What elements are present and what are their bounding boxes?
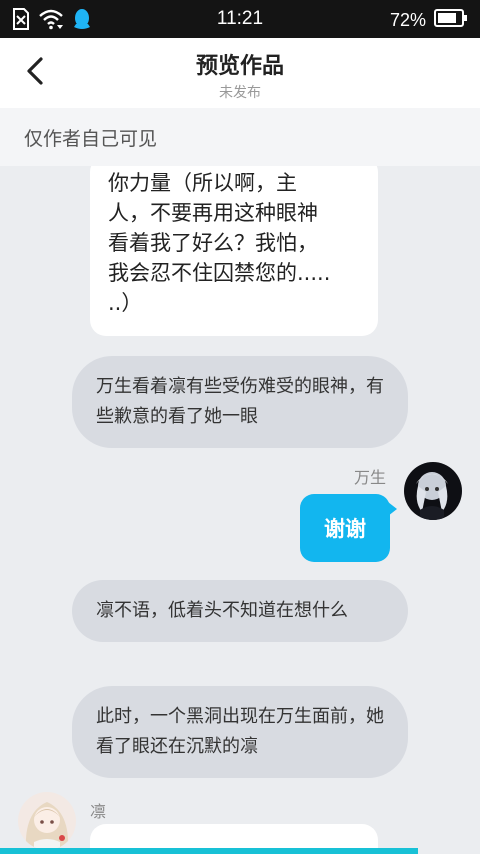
- status-bar: 11:21 72%: [0, 0, 480, 38]
- message-text: 你力量（所以啊，主 人，不要再用这种眼神 看着我了好么？我怕， 我会忍不住囚禁您…: [108, 171, 331, 315]
- message-bubble-wansheng: 谢谢: [300, 494, 390, 562]
- progress-bar: [0, 848, 418, 854]
- page-subtitle: 未发布: [219, 85, 261, 101]
- narration-bubble: 万生看着凛有些受伤难受的眼神，有些歉意的看了她一眼: [72, 356, 408, 448]
- narration-bubble: 此时，一个黑洞出现在万生面前，她看了眼还在沉默的凛: [72, 686, 408, 778]
- chat-area[interactable]: 你力量（所以啊，主 人，不要再用这种眼神 看着我了好么？我怕， 我会忍不住囚禁您…: [0, 166, 480, 854]
- sender-name-wansheng: 万生: [354, 468, 387, 487]
- status-right: 72%: [390, 8, 468, 32]
- page-title: 预览作品: [195, 54, 284, 79]
- bubble-tail: [388, 502, 397, 516]
- header-bar: 预览作品 未发布: [0, 38, 480, 108]
- visibility-notice: 仅作者自己可见: [0, 108, 480, 166]
- avatar-wansheng[interactable]: [404, 462, 462, 520]
- sender-name-lin: 凛: [90, 802, 107, 821]
- narration-bubble: 凛不语，低着头不知道在想什么: [72, 580, 408, 642]
- message-bubble-partial: 你力量（所以啊，主 人，不要再用这种眼神 看着我了好么？我怕， 我会忍不住囚禁您…: [90, 166, 378, 336]
- avatar-lin[interactable]: [18, 792, 76, 850]
- battery-icon: [434, 8, 468, 32]
- battery-percent: 72%: [389, 9, 426, 30]
